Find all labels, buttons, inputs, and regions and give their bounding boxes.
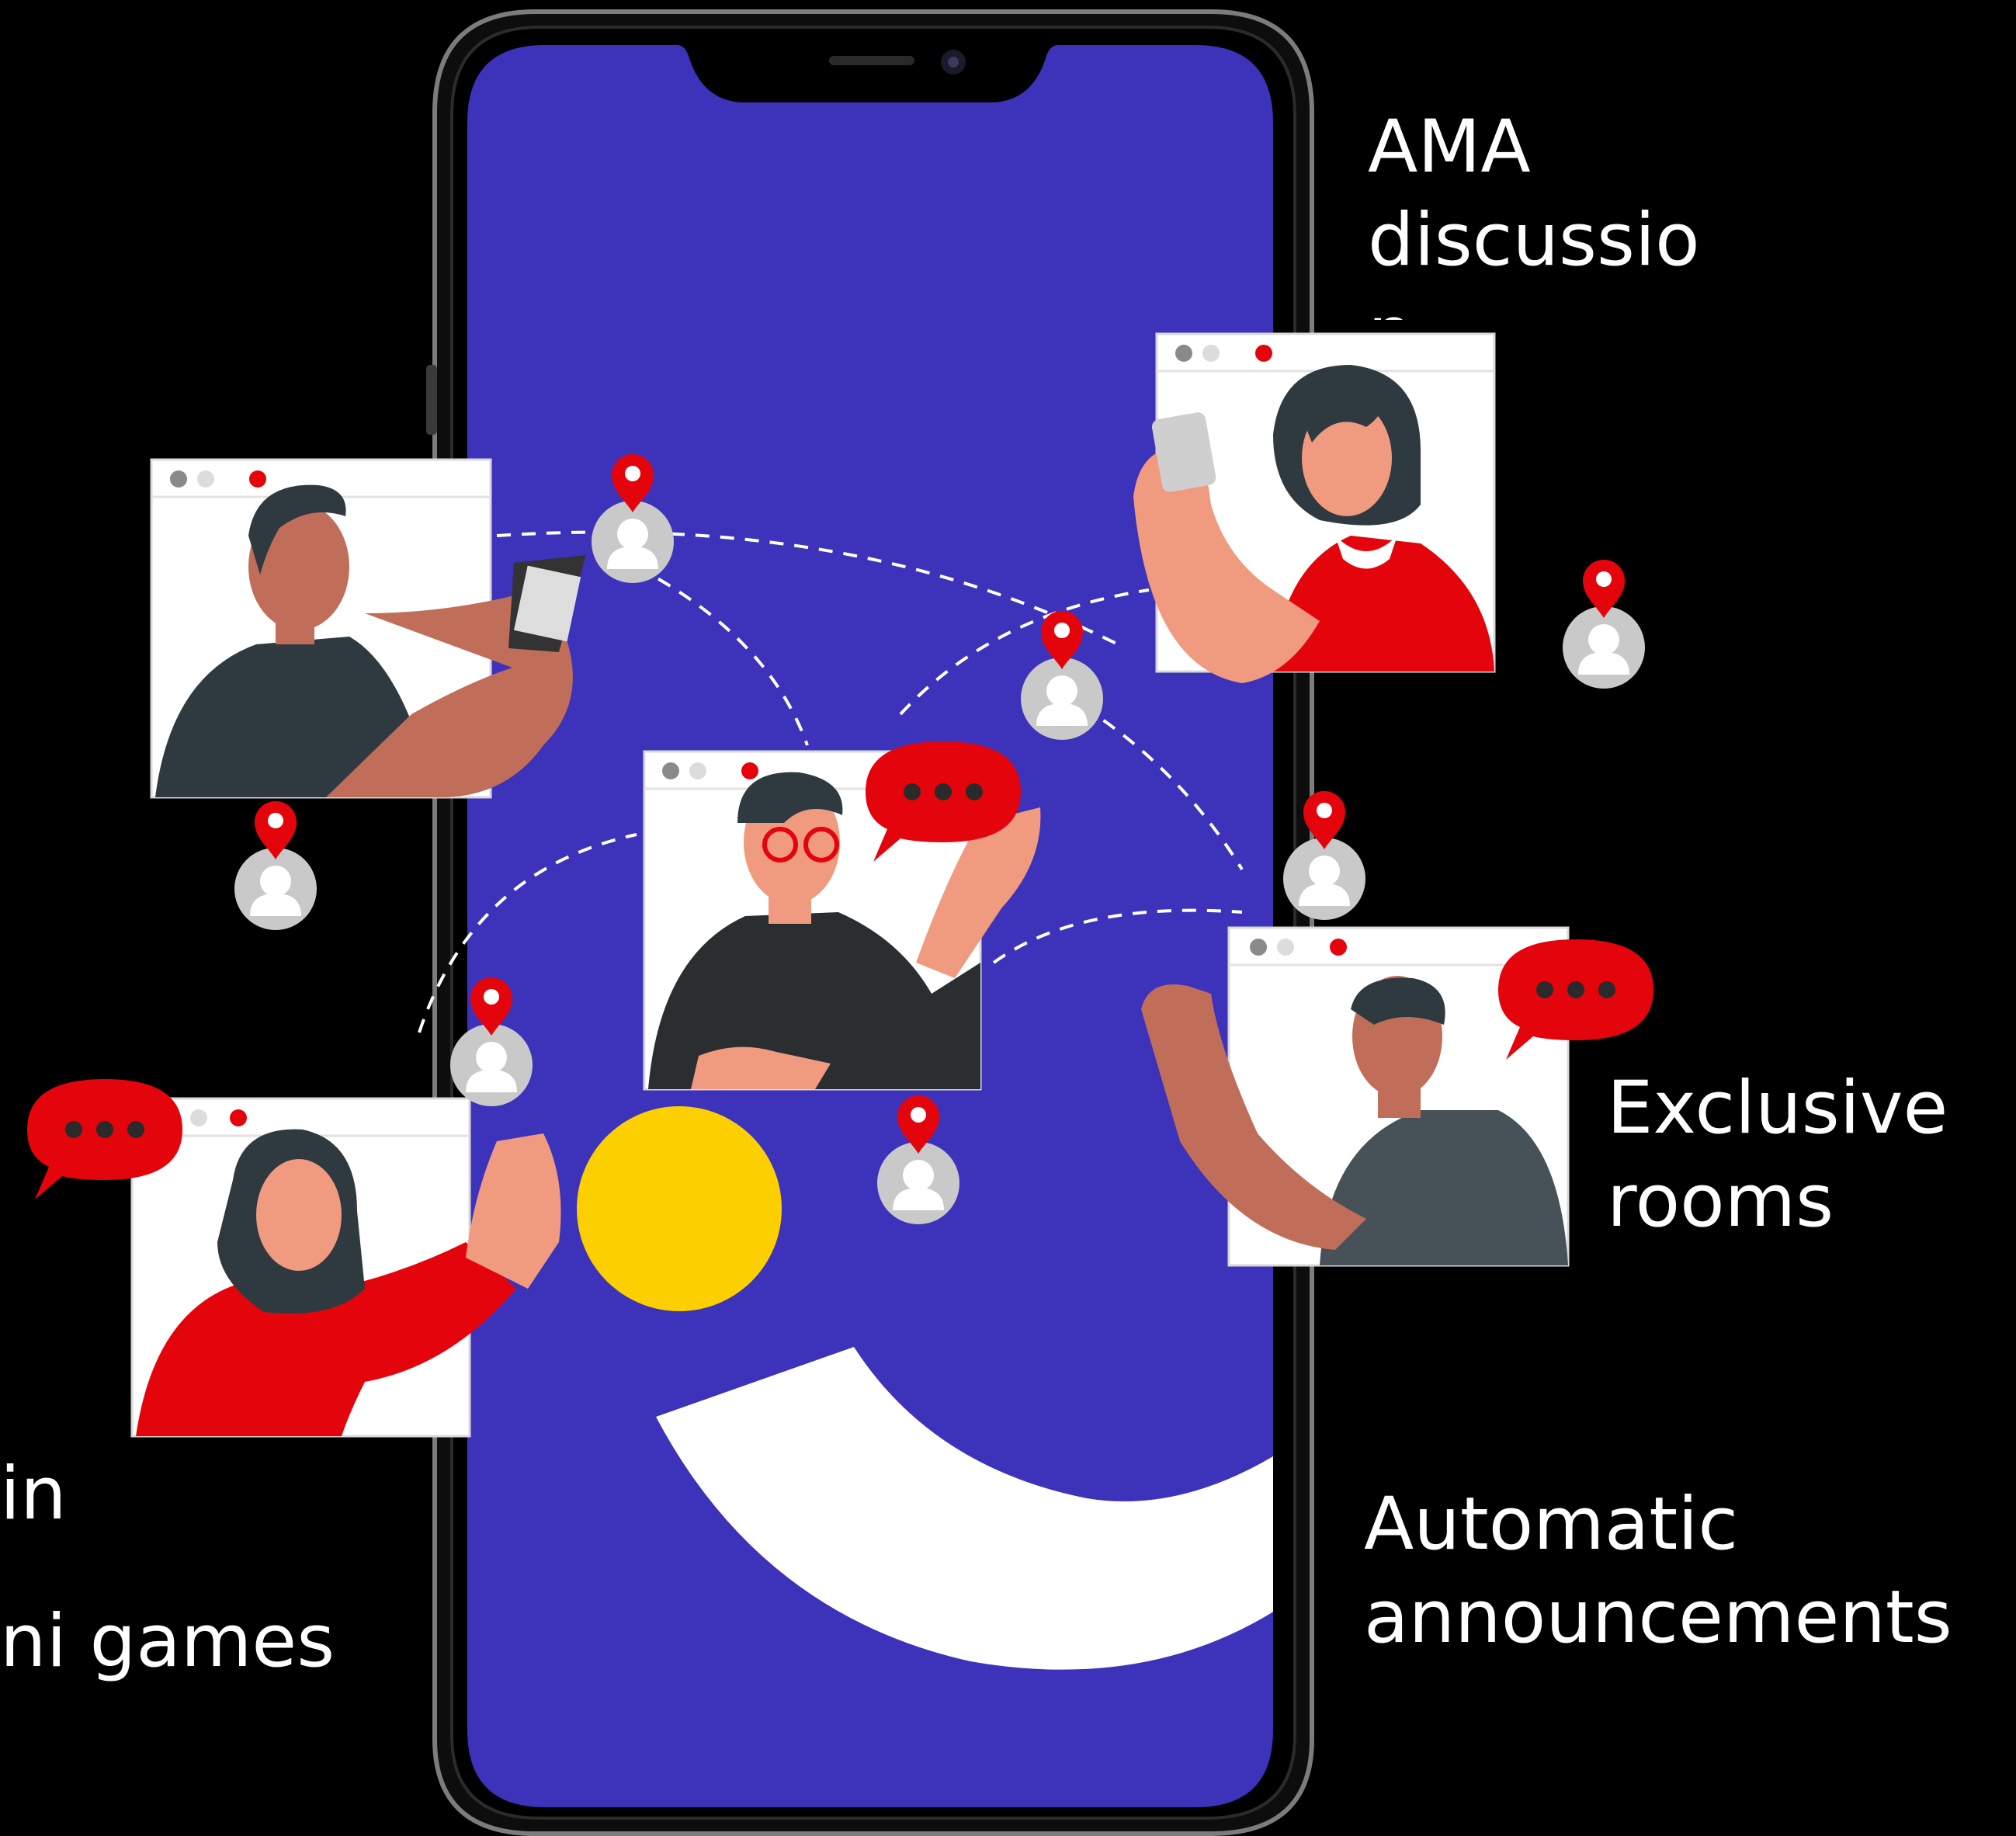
automatic-line-2: announcements (1364, 1575, 1952, 1660)
ama-line-1: AMA (1368, 105, 1531, 189)
feature-label-ama: AMA discussio n (1368, 101, 1700, 320)
exclusive-line-1: Exclusive (1607, 1066, 1948, 1151)
exclusive-line-2: rooms (1607, 1159, 1834, 1244)
left-label-fragment-2: in (0, 1452, 67, 1536)
feature-label-exclusive-rooms: Exclusive rooms (1607, 1062, 1948, 1248)
automatic-line-1: Automatic (1364, 1482, 1739, 1567)
feature-label-automatic-announcements: Automatic announcements (1364, 1478, 1952, 1664)
yellow-coin (577, 1106, 782, 1311)
left-label-fragment-1: ) (0, 1262, 5, 1355)
left-label-fragment-3: ni games (0, 1599, 335, 1684)
video-card-woman-phone (1133, 332, 1496, 683)
ama-line-2: discussio (1368, 198, 1700, 283)
chat-bubble-icon (1498, 939, 1653, 1060)
ama-line-3: n (1368, 287, 1700, 320)
